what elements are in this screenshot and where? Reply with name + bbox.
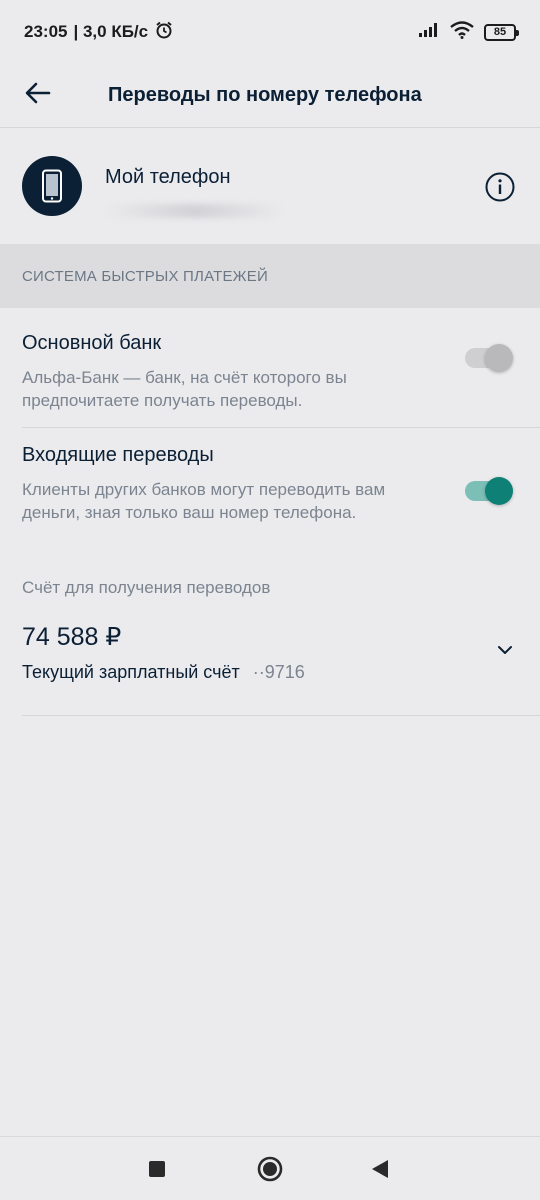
my-phone-card: Мой телефон [0,128,540,244]
incoming-transfers-toggle[interactable] [463,471,515,507]
account-number-mask: ··9716 [252,662,305,682]
account-selector[interactable]: Текущий зарплатный счёт ··9716 [22,662,305,683]
main-bank-toggle[interactable] [463,338,515,374]
chevron-down-icon[interactable] [495,640,515,660]
main-bank-row: Основной банк Альфа-Банк — банк, на счёт… [0,308,540,428]
account-section-label: Счёт для получения переводов [22,578,271,597]
recent-apps-icon[interactable] [149,1161,165,1182]
home-icon[interactable] [257,1156,283,1187]
main-bank-title: Основной банк [22,332,162,354]
my-phone-title: Мой телефон [105,166,231,188]
arrow-left-icon [25,82,51,109]
incoming-transfers-description: Клиенты других банков могут переводить в… [22,480,386,522]
phone-number-redacted [105,204,285,218]
status-left: 23:05 | 3,0 КБ/с [24,20,174,45]
account-balance: 74 588 ₽ [22,623,122,651]
status-right: 85 [418,20,519,44]
main-bank-description: Альфа-Банк — банк, на счёт которого вы п… [22,368,347,410]
section-header: СИСТЕМА БЫСТРЫХ ПЛАТЕЖЕЙ [0,244,540,308]
app-header: Переводы по номеру телефона [0,64,540,128]
incoming-transfers-row: Входящие переводы Клиенты других банков … [0,428,540,568]
alarm-icon [154,20,174,45]
battery-level: 85 [493,26,507,38]
smartphone-icon [22,156,82,216]
toggle-thumb [485,344,513,372]
battery-icon: 85 [484,23,519,41]
page-title: Переводы по номеру телефона [108,84,422,106]
toggle-thumb [485,477,513,505]
back-button[interactable] [0,64,76,128]
divider [22,715,540,716]
incoming-transfers-title: Входящие переводы [22,444,214,466]
signal-icon [418,22,440,43]
status-speed: | 3,0 КБ/с [73,22,149,41]
info-icon[interactable] [485,172,515,202]
status-bar: 23:05 | 3,0 КБ/с 85 [0,0,540,64]
wifi-icon [450,20,474,44]
account-name: Текущий зарплатный счёт [22,662,240,682]
back-icon[interactable] [372,1160,388,1183]
status-time: 23:05 [24,22,68,41]
system-nav-bar [0,1136,540,1200]
